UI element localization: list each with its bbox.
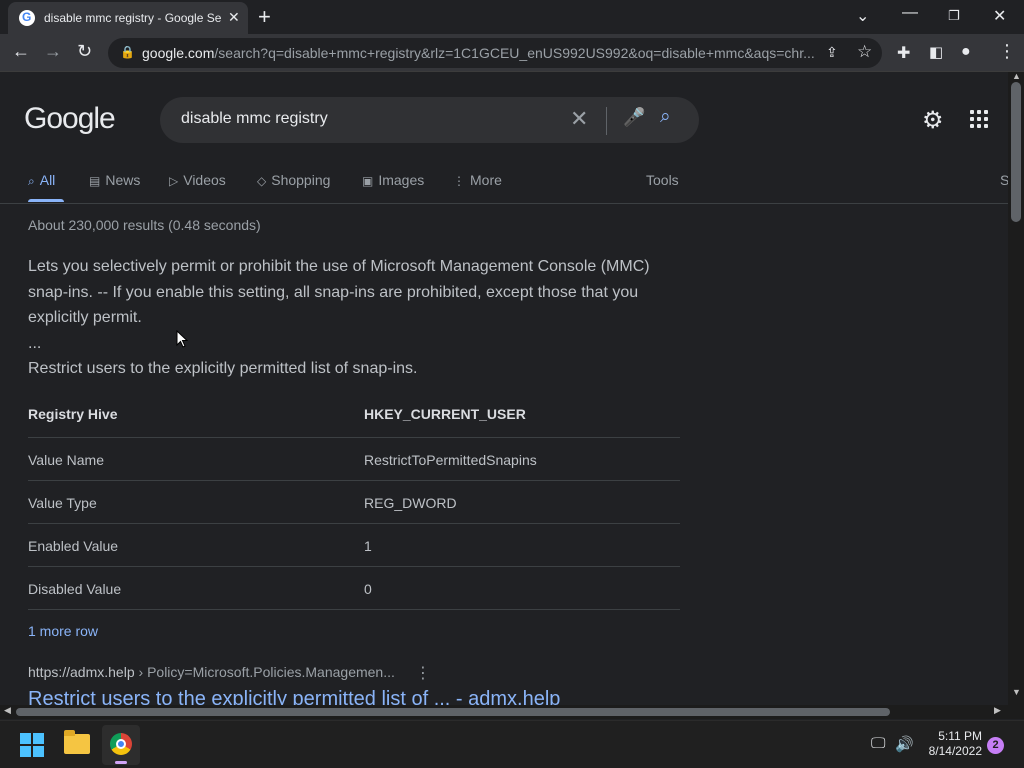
tools-button[interactable]: Tools: [646, 172, 679, 188]
settings-gear-icon[interactable]: ⚙: [922, 106, 944, 135]
clock-time: 5:11 PM: [938, 729, 982, 743]
search-results-page: Google disable mmc registry ✕ 🎤 ⌕ ⚙ ⌕ All…: [0, 72, 1008, 705]
apps-grid-icon[interactable]: [970, 110, 990, 130]
chrome-icon: [110, 733, 132, 755]
registry-table: Registry Hive HKEY_CURRENT_USER Value Na…: [28, 392, 680, 610]
tab-shopping[interactable]: ◇ Shopping: [257, 172, 330, 188]
clock-date: 8/14/2022: [928, 744, 982, 758]
result-stats: About 230,000 results (0.48 seconds): [28, 217, 261, 233]
clear-icon[interactable]: ✕: [570, 106, 588, 132]
scroll-left-arrow-icon[interactable]: ◀: [4, 705, 11, 716]
scroll-right-arrow-icon[interactable]: ▶: [994, 705, 1001, 716]
window-close-button[interactable]: ✕: [993, 6, 1006, 26]
result-options-icon[interactable]: ⋮: [415, 663, 431, 683]
table-header-key: Registry Hive: [28, 406, 118, 422]
address-bar[interactable]: 🔒 google.com/search?q=disable+mmc+regist…: [108, 38, 882, 68]
url-text[interactable]: google.com/search?q=disable+mmc+registry…: [142, 45, 822, 61]
table-row: Value Type REG_DWORD: [28, 481, 680, 524]
tab-more[interactable]: ⋮ More: [453, 172, 502, 188]
table-cell-value: RestrictToPermittedSnapins: [364, 452, 537, 468]
horizontal-scrollbar[interactable]: ◀ ▶: [0, 705, 1008, 719]
table-cell-value: 1: [364, 538, 372, 554]
horizontal-scroll-thumb[interactable]: [16, 708, 890, 716]
new-tab-button[interactable]: +: [258, 4, 271, 30]
tab-images[interactable]: ▣ Images: [362, 172, 424, 188]
search-box[interactable]: disable mmc registry ✕ 🎤 ⌕: [160, 97, 699, 143]
vertical-scrollbar[interactable]: ▲ ▼: [1008, 71, 1024, 705]
safesearch-label[interactable]: S: [1000, 172, 1008, 188]
back-icon[interactable]: ←: [12, 41, 30, 62]
scrollbar-corner: [1008, 705, 1024, 719]
restore-button[interactable]: ❐: [948, 8, 960, 24]
forward-icon[interactable]: →: [44, 41, 62, 62]
search-icon: ⌕: [28, 174, 35, 188]
more-row-link[interactable]: 1 more row: [28, 623, 98, 639]
active-tab-indicator: [28, 199, 64, 202]
search-icon[interactable]: ⌕: [660, 106, 671, 128]
system-clock[interactable]: 5:11 PM 8/14/2022: [920, 729, 982, 759]
scroll-down-arrow-icon[interactable]: ▼: [1012, 687, 1021, 697]
news-icon: ▤: [89, 174, 101, 188]
snippet-text: Lets you selectively permit or prohibit …: [28, 258, 650, 326]
tab-search-chevron-icon[interactable]: ⌄: [856, 6, 869, 26]
tab-title: disable mmc registry - Google Se: [44, 11, 222, 25]
google-logo[interactable]: Google: [24, 102, 116, 136]
scroll-up-arrow-icon[interactable]: ▲: [1012, 71, 1021, 81]
table-row: Value Name RestrictToPermittedSnapins: [28, 438, 680, 481]
cite-domain: https://admx.help: [28, 664, 135, 680]
result-title-link[interactable]: Restrict users to the explicitly permitt…: [28, 688, 560, 705]
cite-path: › Policy=Microsoft.Policies.Managemen...: [134, 664, 395, 680]
chrome-taskbar-button[interactable]: [102, 725, 140, 765]
minimize-button[interactable]: —: [902, 4, 918, 22]
share-icon[interactable]: ⇪: [826, 44, 838, 61]
browser-toolbar: ← → ↻ 🔒 google.com/search?q=disable+mmc+…: [0, 34, 1024, 72]
tab-close-icon[interactable]: ✕: [228, 9, 240, 26]
file-explorer-icon[interactable]: [64, 730, 90, 754]
reload-icon[interactable]: ↻: [77, 41, 92, 62]
mouse-cursor-icon: [176, 330, 188, 348]
table-cell-key: Value Name: [28, 452, 105, 468]
google-favicon-icon: G: [19, 10, 35, 26]
table-row: Disabled Value 0: [28, 567, 680, 610]
featured-snippet: Lets you selectively permit or prohibit …: [28, 254, 668, 382]
table-cell-key: Disabled Value: [28, 581, 122, 597]
network-icon[interactable]: 🖵: [871, 735, 885, 752]
notification-badge[interactable]: 2: [987, 737, 1004, 754]
image-icon: ▣: [362, 174, 374, 188]
browser-tab[interactable]: G disable mmc registry - Google Se ✕: [8, 2, 248, 34]
search-input[interactable]: disable mmc registry: [181, 110, 328, 128]
snippet-ellipsis: ...: [28, 334, 42, 352]
volume-icon[interactable]: 🔊: [895, 735, 914, 753]
snippet-summary: Restrict users to the explicitly permitt…: [28, 360, 418, 377]
tag-icon: ◇: [257, 174, 267, 188]
windows-taskbar: 🖵 🔊 5:11 PM 8/14/2022 2: [0, 720, 1024, 768]
scroll-thumb[interactable]: [1011, 82, 1021, 222]
result-cite[interactable]: https://admx.help › Policy=Microsoft.Pol…: [28, 664, 395, 680]
table-row: Enabled Value 1: [28, 524, 680, 567]
profile-icon[interactable]: ●: [961, 43, 971, 61]
table-header-row: Registry Hive HKEY_CURRENT_USER: [28, 392, 680, 438]
table-cell-key: Value Type: [28, 495, 97, 511]
active-app-indicator: [115, 761, 127, 764]
title-bar: G disable mmc registry - Google Se ✕ + ⌄…: [0, 0, 1024, 34]
table-cell-value: 0: [364, 581, 372, 597]
tab-all[interactable]: ⌕ All: [28, 172, 55, 189]
microphone-icon[interactable]: 🎤: [623, 107, 645, 128]
table-cell-value: REG_DWORD: [364, 495, 457, 511]
more-vert-icon: ⋮: [453, 174, 465, 188]
side-panel-icon[interactable]: ◧: [929, 43, 943, 61]
search-divider: [606, 107, 607, 135]
lock-icon[interactable]: 🔒: [120, 45, 135, 59]
video-icon: ▷: [169, 174, 179, 188]
nav-divider: [0, 203, 1008, 204]
table-header-value: HKEY_CURRENT_USER: [364, 406, 526, 422]
bookmark-star-icon[interactable]: ☆: [857, 42, 872, 62]
table-cell-key: Enabled Value: [28, 538, 119, 554]
tab-news[interactable]: ▤ News: [89, 172, 140, 188]
chrome-menu-icon[interactable]: ⋮: [998, 41, 1016, 62]
tab-videos[interactable]: ▷ Videos: [169, 172, 226, 188]
windows-start-icon[interactable]: [20, 733, 44, 757]
extensions-puzzle-icon[interactable]: ✚: [897, 43, 910, 63]
